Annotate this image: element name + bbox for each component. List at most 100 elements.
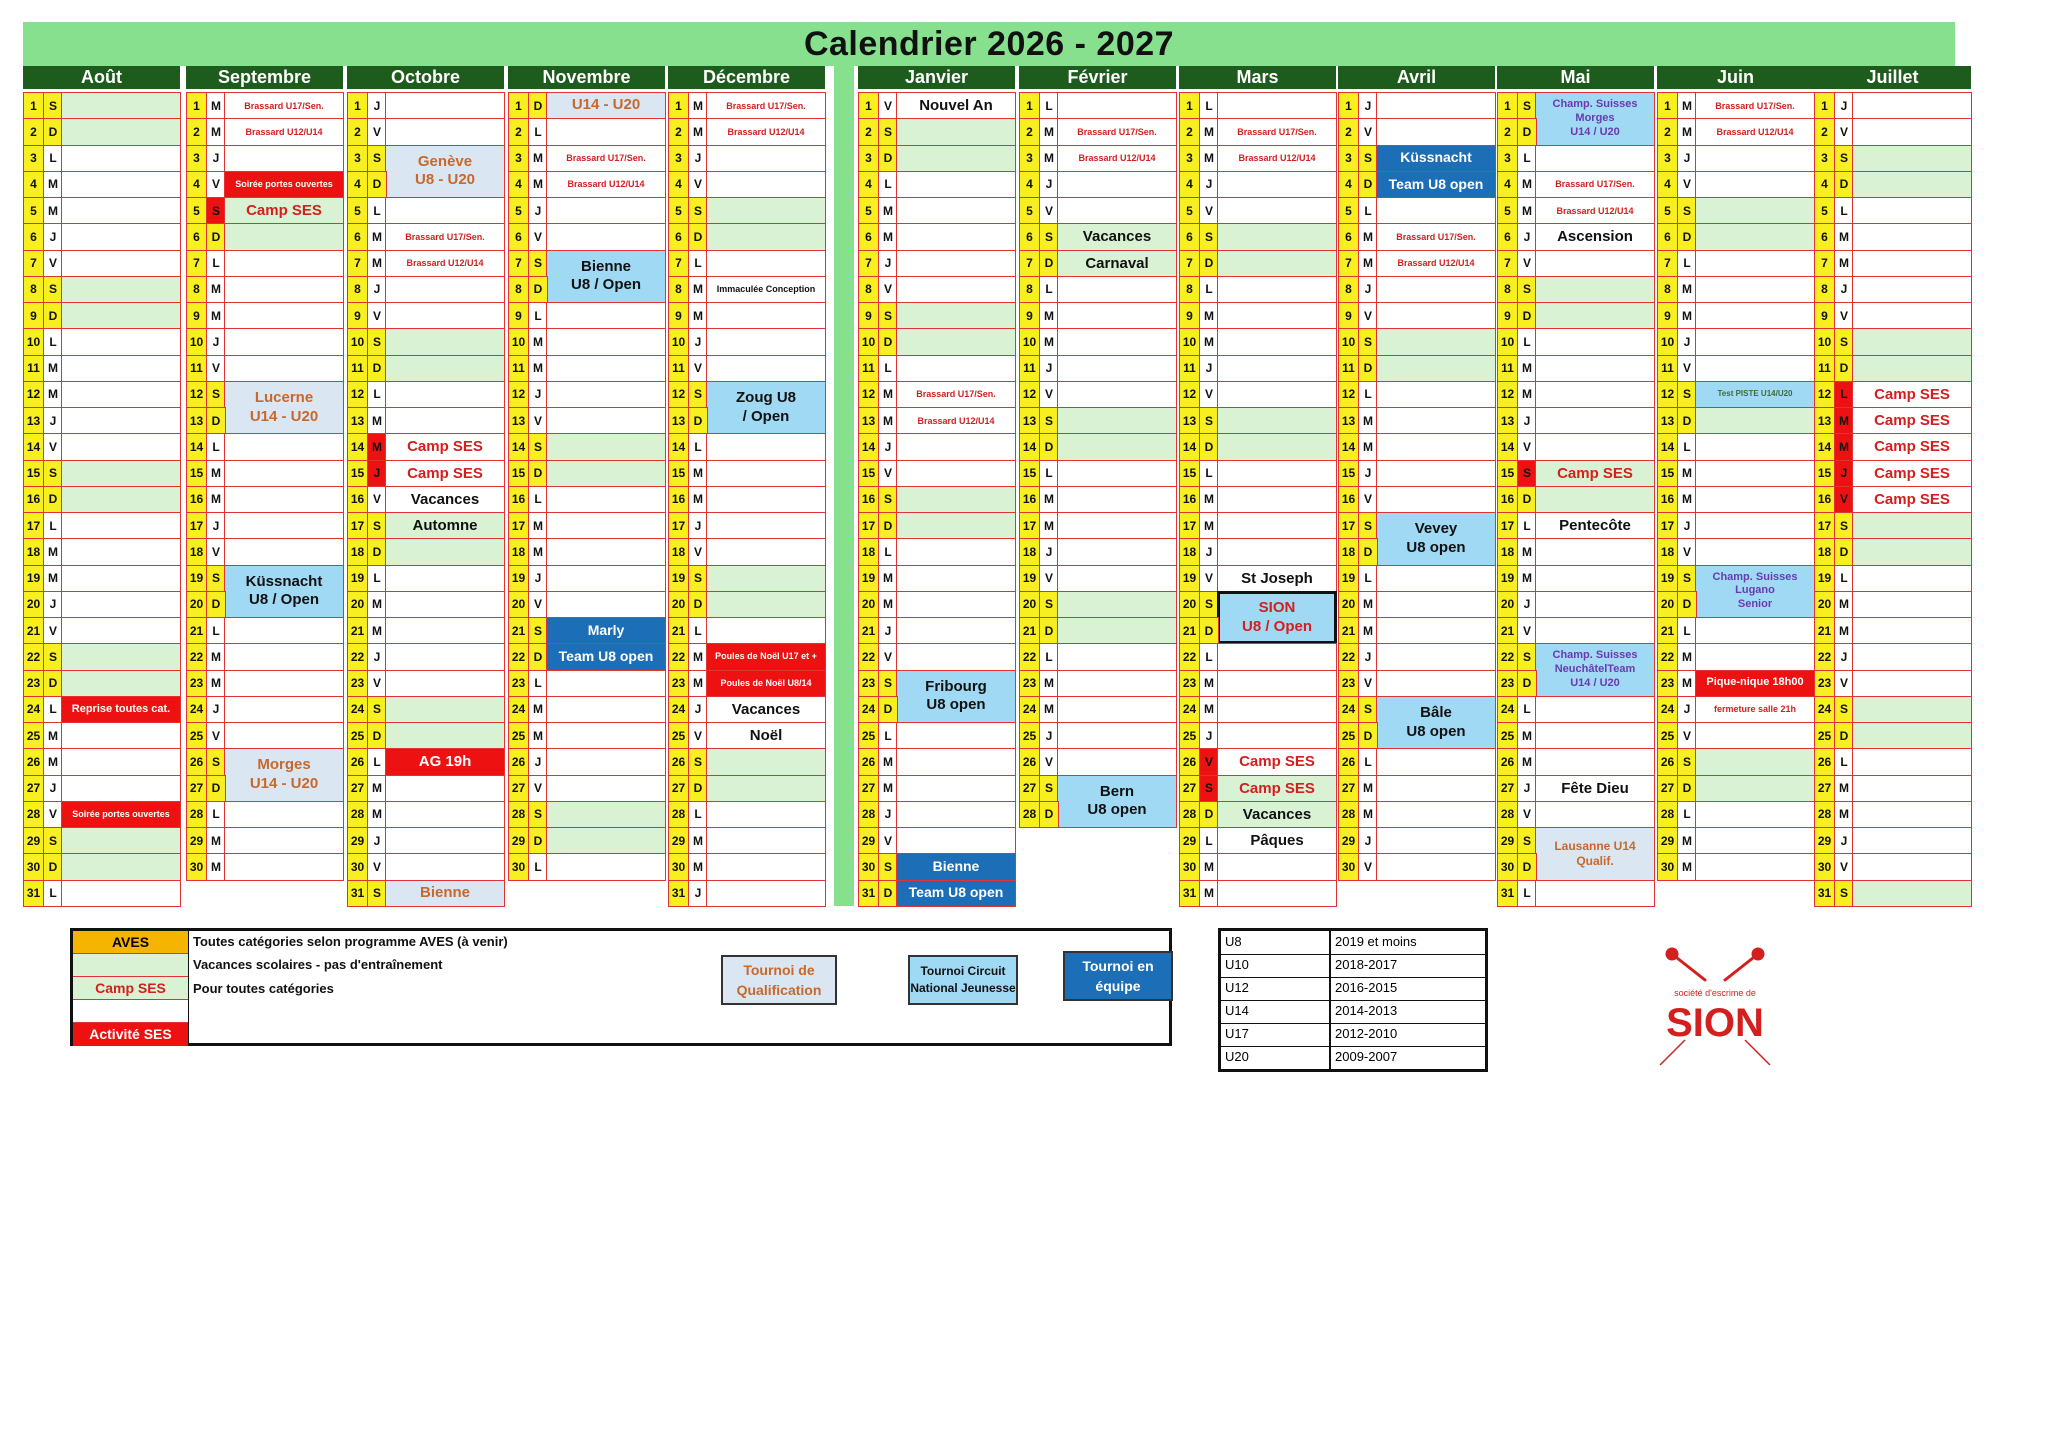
weekday-letter: J xyxy=(1834,92,1854,120)
weekday-letter: M xyxy=(1834,590,1854,618)
day-number: 30 xyxy=(1179,853,1200,881)
month-column: Septembre 1 M Brassard U17/Sen. 2 M Brassard U… xyxy=(186,66,344,906)
day-event: Ascension xyxy=(1535,223,1655,251)
day-number: 8 xyxy=(1019,275,1040,303)
weekday-letter: M xyxy=(878,407,898,435)
day-number: 1 xyxy=(508,92,529,120)
weekday-letter: D xyxy=(528,92,548,120)
weekday-letter: D xyxy=(206,407,226,435)
day-activity-empty xyxy=(546,590,666,618)
legend-swatch-aves: AVES xyxy=(73,931,188,954)
legend: AVES Toutes catégories selon programme A… xyxy=(70,928,1173,1046)
day-number: 22 xyxy=(1179,643,1200,671)
day-number: 11 xyxy=(1338,354,1359,382)
day-activity-empty xyxy=(706,800,826,828)
weekday-letter: S xyxy=(878,485,898,513)
day-activity-empty xyxy=(1057,433,1177,461)
weekday-letter: S xyxy=(1199,590,1219,618)
day-activity-empty xyxy=(224,853,344,881)
weekday-letter: M xyxy=(1358,433,1378,461)
weekday-letter: L xyxy=(528,669,548,697)
day-activity-empty xyxy=(1852,800,1972,828)
day-number: 29 xyxy=(23,827,44,855)
day-activity-empty xyxy=(706,459,826,487)
day-activity-empty xyxy=(896,223,1016,251)
day-activity-empty xyxy=(706,354,826,382)
weekday-letter: M xyxy=(878,223,898,251)
weekday-letter: L xyxy=(43,144,63,172)
age-row: U10 2018-2017 xyxy=(1221,954,1485,978)
day-activity-empty xyxy=(61,302,181,330)
day-number: 13 xyxy=(1497,407,1518,435)
weekday-letter: S xyxy=(43,459,63,487)
day-activity-empty xyxy=(1852,617,1972,645)
weekday-letter: V xyxy=(43,617,63,645)
weekday-letter: S xyxy=(367,512,387,540)
day-number: 23 xyxy=(858,669,879,697)
day-activity-empty xyxy=(1376,302,1496,330)
age-row: U20 2009-2007 xyxy=(1221,1046,1485,1069)
weekday-letter: D xyxy=(878,328,898,356)
day-event: Camp SES xyxy=(1852,380,1972,408)
day-number: 20 xyxy=(1657,590,1678,618)
weekday-letter: V xyxy=(1039,564,1059,592)
day-number: 1 xyxy=(858,92,879,120)
day-number: 30 xyxy=(1338,853,1359,881)
weekday-letter: D xyxy=(1677,223,1697,251)
day-event: Vacances xyxy=(1057,223,1177,251)
weekday-letter: V xyxy=(1358,302,1378,330)
weekday-letter: D xyxy=(43,853,63,881)
day-activity-empty xyxy=(385,774,505,802)
day-activity-empty xyxy=(61,827,181,855)
day-number: 16 xyxy=(23,485,44,513)
weekday-letter: J xyxy=(1199,722,1219,750)
day-number: 7 xyxy=(1019,249,1040,277)
weekday-letter: M xyxy=(1358,774,1378,802)
weekday-letter: S xyxy=(878,302,898,330)
day-number: 3 xyxy=(668,144,689,172)
age-cat: U10 xyxy=(1225,957,1249,972)
day-number: 16 xyxy=(858,485,879,513)
day-number: 26 xyxy=(1657,748,1678,776)
weekday-letter: S xyxy=(688,748,708,776)
weekday-letter: J xyxy=(1358,459,1378,487)
day-number: 12 xyxy=(1338,380,1359,408)
weekday-letter: J xyxy=(1517,590,1537,618)
weekday-letter: V xyxy=(878,92,898,120)
weekday-letter: L xyxy=(1199,275,1219,303)
day-activity-empty xyxy=(385,617,505,645)
day-activity-empty xyxy=(61,407,181,435)
day-number: 13 xyxy=(186,407,207,435)
day-number: 5 xyxy=(858,197,879,225)
day-number: 1 xyxy=(186,92,207,120)
weekday-letter: S xyxy=(1039,774,1059,802)
weekday-letter: V xyxy=(1199,197,1219,225)
age-cat: U14 xyxy=(1225,1003,1249,1018)
weekday-letter: V xyxy=(1039,380,1059,408)
day-number: 22 xyxy=(1338,643,1359,671)
day-activity-empty xyxy=(224,328,344,356)
weekday-letter: D xyxy=(1039,617,1059,645)
weekday-letter: J xyxy=(367,459,387,487)
day-number: 21 xyxy=(1497,617,1518,645)
weekday-letter: L xyxy=(688,433,708,461)
day-number: 6 xyxy=(858,223,879,251)
day-activity-empty xyxy=(1376,853,1496,881)
day-number: 13 xyxy=(1814,407,1835,435)
day-activity-empty xyxy=(1535,800,1655,828)
day-number: 25 xyxy=(1497,722,1518,750)
weekday-letter: V xyxy=(1517,617,1537,645)
day-activity-empty xyxy=(1535,144,1655,172)
legend-box-circuit: Tournoi Circuit National Jeunesse xyxy=(908,955,1018,1005)
day-number: 10 xyxy=(347,328,368,356)
weekday-letter: M xyxy=(43,354,63,382)
day-activity-empty xyxy=(1695,197,1815,225)
day-number: 13 xyxy=(23,407,44,435)
day-number: 28 xyxy=(508,800,529,828)
day-number: 6 xyxy=(668,223,689,251)
day-number: 21 xyxy=(23,617,44,645)
weekday-letter: L xyxy=(1834,197,1854,225)
day-number: 29 xyxy=(1657,827,1678,855)
day-activity-empty xyxy=(61,249,181,277)
day-number: 2 xyxy=(1814,118,1835,146)
